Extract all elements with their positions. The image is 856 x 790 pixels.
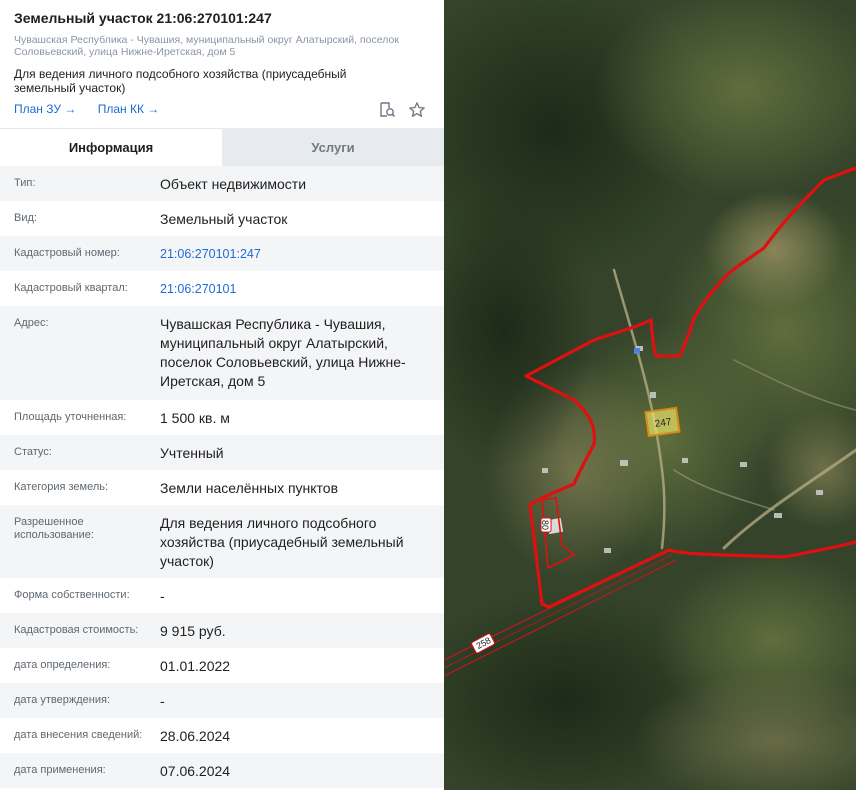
info-row-permitted-use: Разрешенное использование: Для ведения л…: [0, 505, 444, 578]
tab-services[interactable]: Услуги: [222, 128, 444, 166]
info-label: Форма собственности:: [14, 589, 130, 601]
info-row-address: Адрес: Чувашская Республика - Чувашия, м…: [0, 306, 444, 400]
info-row-determination-date: дата определения: 01.01.2022: [0, 648, 444, 683]
info-value: 9 915 руб.: [160, 623, 226, 639]
info-label: Кадастровая стоимость:: [14, 624, 139, 636]
document-search-icon[interactable]: [378, 101, 396, 119]
info-value: 28.06.2024: [160, 728, 231, 744]
info-value: Объект недвижимости: [160, 176, 307, 192]
info-row-application-date: дата применения: 07.06.2024: [0, 753, 444, 788]
map-canvas[interactable]: 80 247 258: [444, 0, 856, 790]
info-row-type: Тип: Объект недвижимости: [0, 166, 444, 201]
info-row-cadastral-number: Кадастровый номер: 21:06:270101:247: [0, 236, 444, 271]
info-label: Разрешенное использование:: [14, 516, 94, 541]
info-label: дата определения:: [14, 659, 111, 671]
info-label: Адрес:: [14, 317, 49, 329]
address-subtitle: Чувашская Республика - Чувашия, муниципа…: [14, 34, 399, 58]
info-label: Кадастровый номер:: [14, 247, 120, 259]
info-label: Тип:: [14, 177, 36, 189]
info-label: дата применения:: [14, 764, 106, 776]
info-label: Статус:: [14, 446, 52, 458]
panel-header: Земельный участок 21:06:270101:247 Чуваш…: [0, 0, 444, 128]
info-value: 07.06.2024: [160, 763, 231, 779]
info-label: дата внесения сведений:: [14, 729, 143, 741]
info-value: Земельный участок: [160, 211, 288, 227]
info-row-cadastral-quarter: Кадастровый квартал: 21:06:270101: [0, 271, 444, 306]
info-value: -: [160, 693, 165, 709]
info-value: -: [160, 588, 165, 604]
info-value: Учтенный: [160, 445, 224, 461]
info-value: 01.01.2022: [160, 658, 231, 674]
plan-zu-link[interactable]: План ЗУ →: [14, 102, 76, 116]
blue-roof-building: [634, 348, 640, 354]
info-label: Категория земель:: [14, 481, 109, 493]
info-value: Чувашская Республика - Чувашия, муниципа…: [160, 316, 406, 389]
info-row-land-category: Категория земель: Земли населённых пункт…: [0, 470, 444, 505]
tab-bar: Информация Услуги: [0, 128, 444, 166]
plan-links: План ЗУ → План КК →: [14, 102, 177, 116]
info-value: Для ведения личного подсобного хозяйства…: [160, 515, 404, 569]
info-row-entry-date: дата внесения сведений: 28.06.2024: [0, 718, 444, 753]
info-value: Земли населённых пунктов: [160, 480, 339, 496]
cadastral-number-link[interactable]: 21:06:270101:247: [160, 245, 430, 271]
info-row-status: Статус: Учтенный: [0, 435, 444, 470]
info-row-approval-date: дата утверждения: -: [0, 683, 444, 718]
satellite-map[interactable]: 80 247 258: [444, 0, 856, 790]
plan-kk-link[interactable]: План КК →: [98, 102, 160, 116]
parcel-80-label: 80: [540, 520, 550, 530]
info-value: 1 500 кв. м: [160, 410, 230, 426]
favorite-star-icon[interactable]: [408, 101, 426, 119]
info-row-area: Площадь уточненная: 1 500 кв. м: [0, 400, 444, 435]
info-label: дата утверждения:: [14, 694, 111, 706]
tab-information[interactable]: Информация: [0, 128, 222, 166]
info-row-kind: Вид: Земельный участок: [0, 201, 444, 236]
info-label: Вид:: [14, 212, 37, 224]
info-label: Кадастровый квартал:: [14, 282, 128, 294]
info-row-ownership: Форма собственности: -: [0, 578, 444, 613]
selected-parcel-247[interactable]: 247: [644, 406, 681, 438]
info-row-cadastral-cost: Кадастровая стоимость: 9 915 руб.: [0, 613, 444, 648]
cadastral-quarter-link[interactable]: 21:06:270101: [160, 280, 430, 306]
info-panel: Земельный участок 21:06:270101:247 Чуваш…: [0, 0, 444, 790]
purpose-text: Для ведения личного подсобного хозяйства…: [14, 67, 347, 95]
info-table: Тип: Объект недвижимости Вид: Земельный …: [0, 166, 444, 788]
header-actions: [378, 101, 426, 119]
info-label: Площадь уточненная:: [14, 411, 127, 423]
page-title: Земельный участок 21:06:270101:247: [14, 10, 272, 26]
